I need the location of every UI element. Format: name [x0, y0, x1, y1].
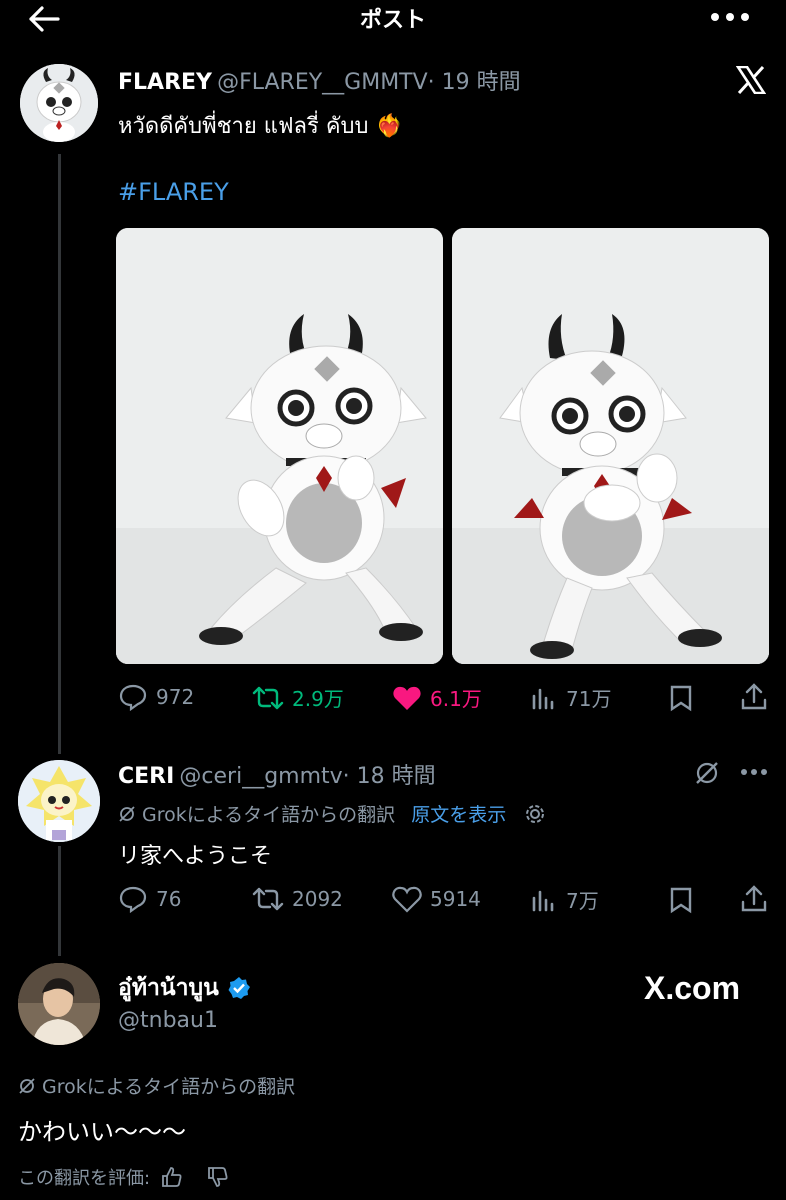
translation-note: Grokによるタイ語からの翻訳 原文を表示 — [118, 800, 546, 827]
like-count: 6.1万 — [430, 687, 482, 711]
post-text: หวัดดีคับพี่ชาย แฟลรี่ คับบ ❤️‍🔥 — [118, 108, 403, 143]
bookmark-icon[interactable] — [668, 886, 694, 914]
avatar[interactable] — [20, 64, 98, 142]
flarey-avatar-icon — [20, 64, 98, 142]
post-text-content: หวัดดีคับพี่ชาย แฟลรี่ คับบ — [118, 114, 369, 139]
repost-count: 2.9万 — [292, 687, 344, 711]
user-photo-icon — [18, 963, 100, 1045]
heart-on-fire-icon: ❤️‍🔥 — [375, 114, 403, 139]
reply-text: かわいい〜〜〜 — [18, 1118, 186, 1146]
avatar[interactable] — [18, 760, 100, 842]
more-icon[interactable] — [740, 768, 768, 776]
views-chart-icon — [532, 688, 554, 709]
post-time: · 18 時間 — [342, 764, 436, 789]
reply-count: 76 — [156, 887, 182, 911]
x-com-watermark: X.com — [644, 970, 741, 1006]
bookmark-icon[interactable] — [668, 684, 694, 712]
author-name[interactable]: FLAREY — [118, 70, 212, 95]
reply-button[interactable]: 972 — [118, 683, 194, 711]
like-button[interactable]: 5914 — [392, 885, 481, 913]
translation-label: Grokによるタイ語からの翻訳 — [142, 804, 396, 826]
avatar[interactable] — [18, 963, 100, 1045]
heart-icon — [393, 686, 421, 710]
thread-line — [58, 846, 61, 956]
translation-label: Grokによるタイ語からの翻訳 — [42, 1076, 296, 1098]
like-count: 5914 — [430, 887, 481, 911]
mascot-photo-icon — [452, 228, 769, 664]
reply-icon — [119, 684, 147, 711]
thumbs-up-icon[interactable] — [160, 1165, 184, 1189]
reply-text: リ家へようこそ — [118, 844, 273, 869]
reply-count: 972 — [156, 685, 195, 709]
reply2-header: อู๋ท้าน้าบูน — [118, 970, 251, 1006]
post-time: · 19 時間 — [427, 70, 521, 95]
ceri-avatar-icon — [18, 760, 100, 842]
heart-icon — [392, 886, 422, 913]
author-handle[interactable]: @tnbau1 — [118, 1008, 218, 1033]
grok-icon — [119, 805, 135, 822]
thumbs-down-icon[interactable] — [206, 1165, 230, 1189]
top-bar: ポスト — [0, 0, 786, 40]
views-chart-icon — [532, 890, 554, 911]
page-title: ポスト — [359, 8, 426, 33]
repost-button[interactable]: 2092 — [252, 885, 343, 913]
share-icon[interactable] — [740, 884, 768, 914]
post-photo[interactable] — [452, 228, 769, 664]
mascot-photo-icon — [116, 228, 443, 664]
post-header: FLAREY @FLAREY__GMMTV· 19 時間 — [118, 64, 718, 96]
show-original-link[interactable]: 原文を表示 — [411, 800, 506, 827]
rate-translation: この翻訳を評価: — [18, 1164, 230, 1190]
author-name[interactable]: CERI — [118, 764, 174, 789]
views-button[interactable]: 7万 — [530, 885, 599, 914]
author-handle[interactable]: @ceri__gmmtv — [179, 764, 342, 789]
author-handle[interactable]: @FLAREY__GMMTV — [217, 70, 428, 95]
hashtag-link[interactable]: #FLAREY — [118, 178, 229, 206]
like-button[interactable]: 6.1万 — [392, 683, 482, 712]
views-count: 7万 — [566, 889, 599, 913]
translation-note: Grokによるタイ語からの翻訳 — [18, 1072, 295, 1099]
x-logo-icon[interactable] — [736, 66, 766, 94]
reply-button[interactable]: 76 — [118, 885, 181, 913]
share-icon[interactable] — [740, 682, 768, 712]
repost-icon — [252, 887, 284, 911]
grok-icon — [19, 1077, 35, 1094]
rate-label: この翻訳を評価: — [18, 1168, 151, 1189]
verified-badge-icon — [228, 977, 250, 999]
reply-icon — [119, 886, 147, 913]
repost-button[interactable]: 2.9万 — [252, 683, 344, 712]
repost-count: 2092 — [292, 887, 343, 911]
views-button[interactable]: 71万 — [530, 683, 611, 712]
repost-icon — [252, 686, 284, 709]
views-count: 71万 — [566, 687, 612, 711]
reply-header: CERI @ceri__gmmtv· 18 時間 — [118, 758, 436, 790]
grok-icon[interactable] — [694, 760, 720, 786]
thread-line — [58, 154, 61, 754]
more-icon[interactable] — [710, 12, 750, 22]
gear-icon[interactable] — [524, 803, 546, 825]
post-photo[interactable] — [116, 228, 443, 664]
author-name[interactable]: อู๋ท้าน้าบูน — [118, 970, 219, 1006]
